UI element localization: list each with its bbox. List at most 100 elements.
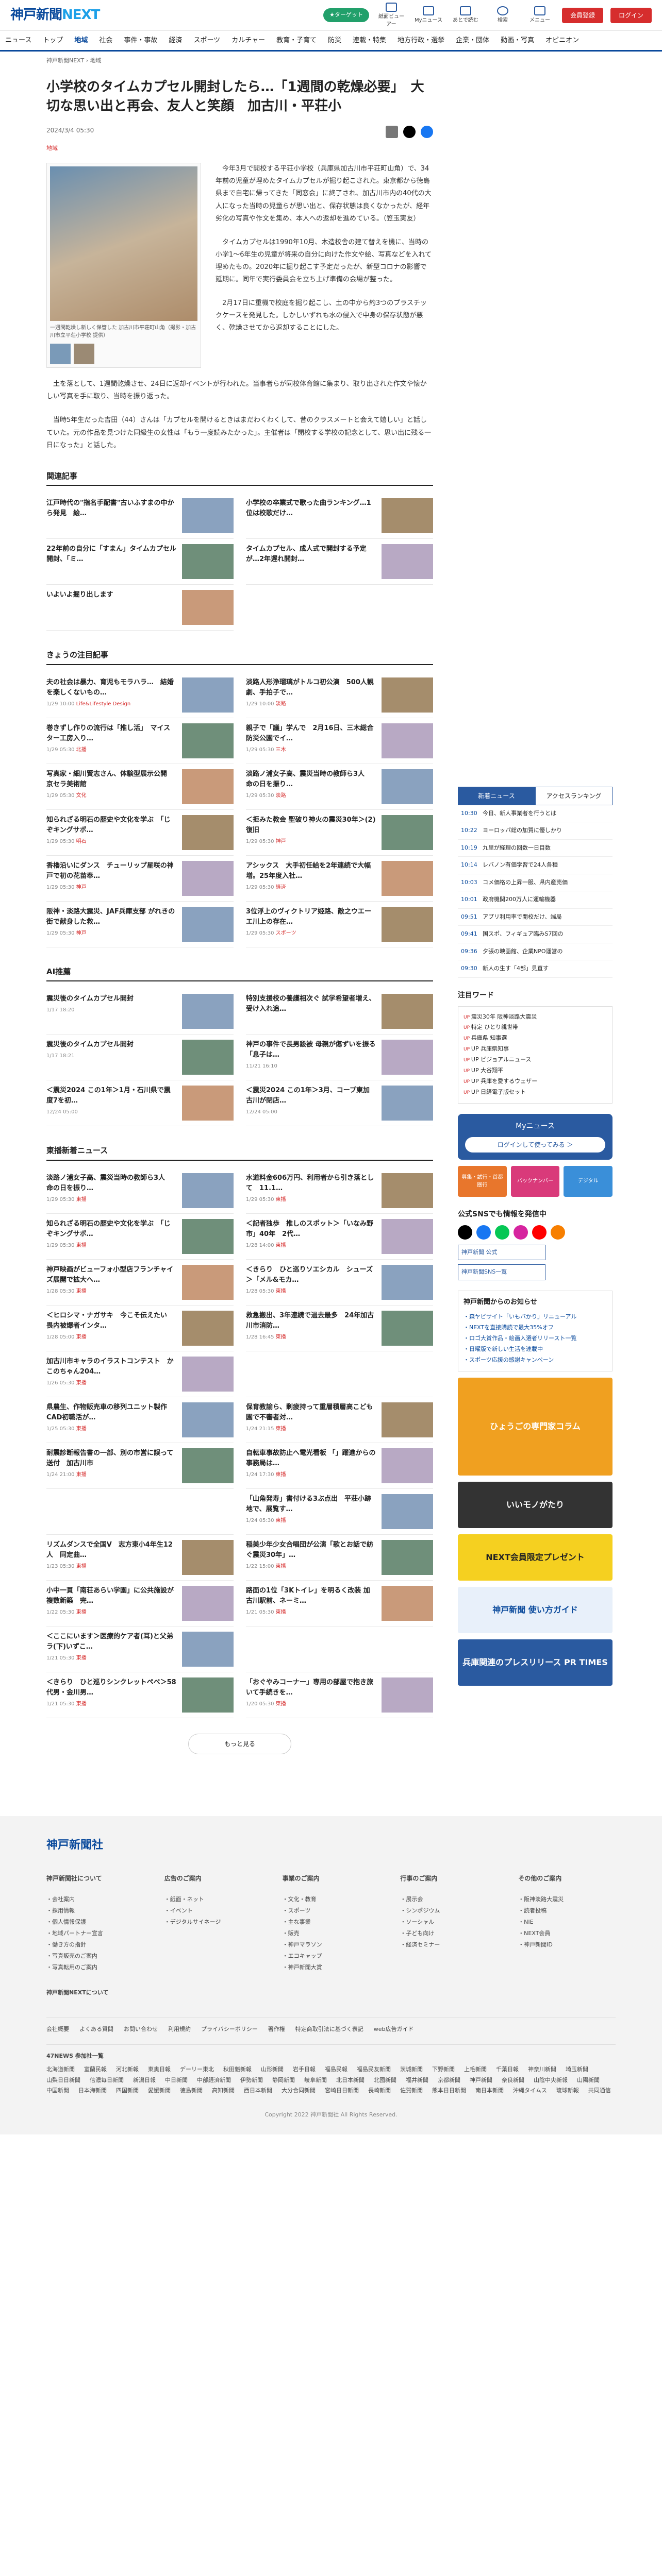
nav-item[interactable]: 地域 xyxy=(74,36,88,46)
footer-link[interactable]: ・主な事業 xyxy=(283,1917,380,1928)
nav-item[interactable]: トップ xyxy=(43,36,63,46)
promo-banner[interactable]: 募集・試行・首都圏行 xyxy=(458,1165,507,1197)
latest-title[interactable]: 政府機関200万人に運輸機器 xyxy=(483,895,556,904)
item-title[interactable]: ＜ここにいます＞医療的ケア者(耳)と父弟ラ(下)いずこ… xyxy=(46,1632,177,1652)
list-item[interactable]: 写真家・細川賢志さん、体験型展示公開 京セラ美術館 1/29 05:30 文化 xyxy=(46,764,234,810)
latest-title[interactable]: ヨーロッパ総の加賀に優しかり xyxy=(483,826,562,835)
partner-link[interactable]: 長崎新聞 xyxy=(368,2087,391,2095)
list-item[interactable]: 小学校の卒業式で歌った曲ランキング…1位は校歌だけ… xyxy=(246,493,433,539)
site-logo[interactable]: 神戸新聞NEXT xyxy=(10,5,100,25)
footer-link[interactable]: ・経済セミナー xyxy=(400,1939,498,1951)
photo-image[interactable] xyxy=(50,166,197,321)
list-item[interactable]: ＜震災2024 この1年＞3月、コープ東加古川が閉店… 12/24 05:00 xyxy=(246,1080,433,1127)
footer-link[interactable]: ・スポーツ xyxy=(283,1905,380,1917)
item-thumbnail[interactable] xyxy=(382,1040,433,1075)
item-thumbnail[interactable] xyxy=(382,994,433,1029)
footer-link[interactable]: ・個人情報保護 xyxy=(46,1917,144,1928)
item-thumbnail[interactable] xyxy=(382,1402,433,1437)
list-item[interactable]: 巻きずし作りの流行は「推し活」 マイスター工房入り… 1/29 05:30 北播 xyxy=(46,718,234,764)
facebook-share-icon[interactable] xyxy=(421,125,433,138)
item-tag[interactable]: 経済 xyxy=(276,885,286,890)
partner-link[interactable]: 秋田魁新報 xyxy=(223,2065,252,2074)
print-icon[interactable] xyxy=(386,125,398,138)
list-item[interactable] xyxy=(246,1626,433,1672)
latest-title[interactable]: アプリ利用率で開校だけ、端局 xyxy=(483,913,561,922)
item-thumbnail[interactable] xyxy=(382,1218,433,1254)
latest-item[interactable]: 10:14 レバノン有価学習で24人各種 xyxy=(458,857,613,874)
attention-word[interactable]: UP 大谷翔平 xyxy=(464,1065,607,1076)
item-thumbnail[interactable] xyxy=(182,1086,234,1121)
item-title[interactable]: 救急搬出、3年連続で過去最多 24年加古川市消防… xyxy=(246,1311,376,1331)
youtube-icon[interactable] xyxy=(532,1225,547,1240)
list-item[interactable]: 「山角発寿」書付ける3ぶ点出 平荘小跡地で、展覧す… 1/24 05:30 東播 xyxy=(246,1489,433,1535)
list-item[interactable]: 路面の1位「3Kトイレ」を明るく改装 加古川駅前、ネーミ… 1/21 05:30 … xyxy=(246,1581,433,1626)
nav-item[interactable]: 動画・写真 xyxy=(501,36,534,46)
item-title[interactable]: 路面の1位「3Kトイレ」を明るく改装 加古川駅前、ネーミ… xyxy=(246,1586,376,1606)
list-item[interactable]: 香櫓沿いにダンス チューリップ星咲の神戸で初の花苗奉… 1/29 05:30 神戸 xyxy=(46,856,234,902)
item-title[interactable]: 小学校の卒業式で歌った曲ランキング…1位は校歌だけ… xyxy=(246,498,376,519)
footer-link[interactable]: ・イベント xyxy=(164,1905,262,1917)
partner-link[interactable]: 伊勢新聞 xyxy=(240,2076,263,2085)
item-title[interactable]: 3位浮上のヴィクトリア姫路、敵之ウエーエ川上の存在… xyxy=(246,907,376,927)
item-thumbnail[interactable] xyxy=(182,815,234,850)
footer-logo[interactable]: 神戸新聞社 xyxy=(46,1837,616,1854)
list-item[interactable]: 淡路人形浄瑠璃がトルコ初公演 500人観劇、手拍子で… 1/29 10:00 淡路 xyxy=(246,672,433,718)
item-tag[interactable]: 東播 xyxy=(276,1518,286,1523)
item-thumbnail[interactable] xyxy=(182,1677,234,1713)
footer-link[interactable]: ・採用情報 xyxy=(46,1905,144,1917)
item-thumbnail[interactable] xyxy=(182,1173,234,1208)
list-item[interactable]: ＜ここにいます＞医療的ケア者(耳)と父弟ラ(下)いずこ… 1/21 05:30 東… xyxy=(46,1626,234,1672)
footer-bottom-link[interactable]: 著作権 xyxy=(268,2025,285,2034)
footer-link[interactable]: ・シンポジウム xyxy=(400,1905,498,1917)
nav-item[interactable]: 教育・子育て xyxy=(276,36,317,46)
partner-link[interactable]: 日本海新聞 xyxy=(78,2087,107,2095)
list-item[interactable]: 淡路ノ浦女子高、震災当時の教師ら3人 命の日を振り… 1/29 05:30 東播 xyxy=(46,1168,234,1214)
partner-link[interactable]: 熊本日日新聞 xyxy=(432,2087,466,2095)
item-tag[interactable]: 三木 xyxy=(276,747,286,753)
partner-link[interactable]: 下野新聞 xyxy=(432,2065,455,2074)
notice-item[interactable]: ・日曜版で新しい生活を連載中 xyxy=(464,1344,607,1355)
list-item[interactable]: 震災後のタイムカプセル開封 1/17 18:21 xyxy=(46,1035,234,1081)
item-title[interactable]: ＜きらり ひと巡りシンクレットペペ＞58代男・金川男… xyxy=(46,1677,177,1698)
latest-item[interactable]: 09:41 国スポ、フィギュア臨みS7回の xyxy=(458,926,613,943)
item-title[interactable]: 写真家・細川賢志さん、体験型展示公開 京セラ美術館 xyxy=(46,769,177,790)
item-title[interactable]: 知られざる明石の歴史や文化を学ぶ 「じぞキングサポ… xyxy=(46,815,177,836)
list-item[interactable]: 水道料金606万円、利用者から引き落として 11.1… 1/29 05:30 東播 xyxy=(246,1168,433,1214)
tab-ranking[interactable]: アクセスランキング xyxy=(535,786,613,805)
partner-link[interactable]: 奈良新聞 xyxy=(502,2076,524,2085)
list-item[interactable]: 3位浮上のヴィクトリア姫路、敵之ウエーエ川上の存在… 1/29 05:30 スポー… xyxy=(246,902,433,947)
partner-link[interactable]: 中部経済新聞 xyxy=(197,2076,231,2085)
item-tag[interactable]: 東播 xyxy=(276,1609,286,1615)
footer-bottom-link[interactable]: web広告ガイド xyxy=(374,2025,414,2034)
item-title[interactable]: 親子で「議」学んで 2月16日、三木総合防災公園でイ… xyxy=(246,723,376,744)
bookmark-icon[interactable]: あとで読む xyxy=(451,6,481,24)
partner-link[interactable]: 福島民報 xyxy=(325,2065,347,2074)
notice-item[interactable]: ・スポーツ応援の感謝キャンペーン xyxy=(464,1355,607,1366)
item-title[interactable]: アシックス 大手初任給を2年連続で大幅増。25年度入社… xyxy=(246,861,376,882)
partner-link[interactable]: 愛媛新聞 xyxy=(148,2087,171,2095)
footer-link[interactable]: ・写真販売のご案内 xyxy=(46,1951,144,1962)
partner-link[interactable]: デーリー東北 xyxy=(180,2065,214,2074)
register-button[interactable]: 会員登録 xyxy=(561,7,603,23)
list-item[interactable]: 江戸時代の"指名手配書"古いふすまの中から発見 絵… xyxy=(46,493,234,539)
nav-item[interactable]: 企業・団体 xyxy=(456,36,489,46)
list-item[interactable]: 神戸映画がビューフォ小型店フランチャイズ展開で拡大へ… 1/28 05:30 東播 xyxy=(46,1260,234,1306)
footer-bottom-link[interactable]: よくある質問 xyxy=(79,2025,113,2034)
partner-link[interactable]: 北日本新聞 xyxy=(336,2076,365,2085)
list-item[interactable]: 自転車事故防止へ電光看板 「」躍進からの事務局は… 1/24 17:30 東播 xyxy=(246,1443,433,1489)
item-thumbnail[interactable] xyxy=(182,590,234,625)
item-tag[interactable]: 東播 xyxy=(276,1564,286,1569)
paper-icon[interactable]: 紙面ビューアー xyxy=(376,2,406,28)
partner-link[interactable]: 大分合同新聞 xyxy=(282,2087,316,2095)
partner-link[interactable]: 琉球新報 xyxy=(556,2087,579,2095)
notice-item[interactable]: ・NEXTを直接購読で最大35%オフ xyxy=(464,1323,607,1333)
item-tag[interactable]: 東播 xyxy=(76,1197,87,1202)
footer-link[interactable]: ・NEXT会員 xyxy=(518,1928,616,1939)
item-tag[interactable]: 淡路 xyxy=(276,793,286,799)
partner-link[interactable]: 神奈川新聞 xyxy=(528,2065,556,2074)
partner-link[interactable]: 佐賀新聞 xyxy=(400,2087,423,2095)
latest-item[interactable]: 10:03 コメ価格の上昇一服、県内産売価 xyxy=(458,874,613,891)
partner-link[interactable]: 四国新聞 xyxy=(116,2087,139,2095)
banner-ii-monogatari[interactable]: いいモノがたり xyxy=(458,1481,613,1528)
item-title[interactable]: 耐震診断報告書の一部、別の市営に誤って送付 加古川市 xyxy=(46,1448,177,1469)
